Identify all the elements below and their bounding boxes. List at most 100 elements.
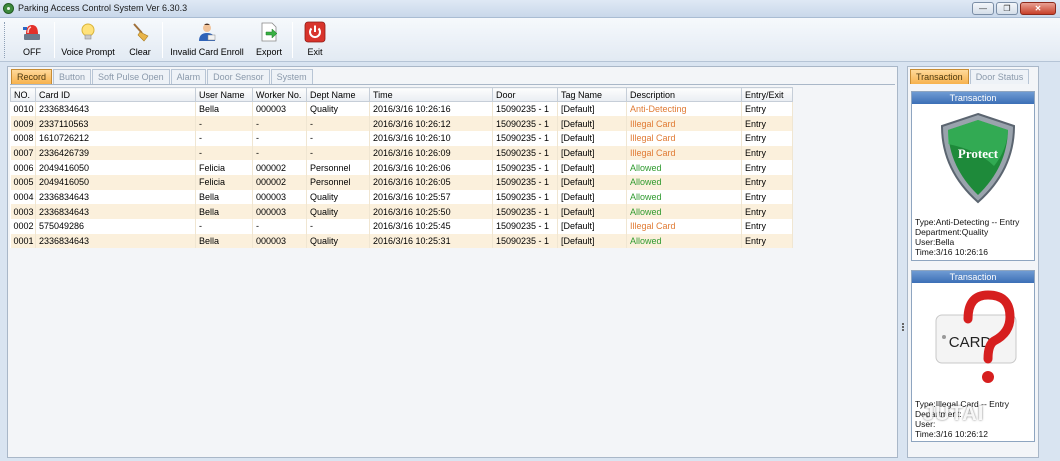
cell-tag-name: [Default] xyxy=(557,116,627,131)
export-label: Export xyxy=(255,47,282,57)
tab-door-sensor[interactable]: Door Sensor xyxy=(207,69,270,84)
cell-user-name: Felicia xyxy=(195,160,253,175)
transaction-department: Department:Quality xyxy=(915,227,989,237)
cell-entry-exit: Entry xyxy=(741,204,793,219)
col-no[interactable]: NO. xyxy=(10,87,36,102)
tab-alarm[interactable]: Alarm xyxy=(170,69,207,84)
cell-description: Illegal Card xyxy=(626,145,742,161)
off-button[interactable]: OFF xyxy=(14,20,50,60)
table-row[interactable]: 0002 575049286- - -2016/3/16 10:25:45 150902… xyxy=(10,219,793,234)
cell-user-name: - xyxy=(195,145,253,161)
maximize-button[interactable]: ❐ xyxy=(996,2,1018,15)
cell-description: Allowed xyxy=(626,189,742,205)
col-time[interactable]: Time xyxy=(369,87,493,102)
clear-button[interactable]: Clear xyxy=(124,20,156,60)
cell-card-id: 2336834643 xyxy=(35,189,196,205)
cell-card-id: 2049416050 xyxy=(35,174,196,190)
tab-door-status[interactable]: Door Status xyxy=(969,69,1030,84)
cell-card-id: 2336834643 xyxy=(35,204,196,219)
cell-tag-name: [Default] xyxy=(557,219,627,234)
cell-description: Allowed xyxy=(626,204,742,219)
transaction-card: Transaction Protect Type:Anti-Detecting … xyxy=(911,91,1035,261)
cell-tag-name: [Default] xyxy=(557,233,627,249)
table-row[interactable]: 0008 1610726212- - -2016/3/16 10:26:10 15090… xyxy=(10,130,793,146)
cell-worker-no: 000002 xyxy=(252,174,307,190)
cell-time: 2016/3/16 10:26:10 xyxy=(369,130,493,146)
transaction-header: Transaction xyxy=(912,92,1034,104)
close-button[interactable]: ✕ xyxy=(1020,2,1056,15)
tab-button[interactable]: Button xyxy=(53,69,92,84)
transaction-header: Transaction xyxy=(912,271,1034,283)
export-button[interactable]: Export xyxy=(253,20,285,60)
transaction-info: Type:Anti-Detecting -- Entry Department:… xyxy=(915,217,1019,257)
cell-card-id: 1610726212 xyxy=(35,130,196,146)
table-row[interactable]: 0006 2049416050 Felicia 000002 Personnel 2016… xyxy=(10,160,793,175)
table-row[interactable]: 0003 2336834643 Bella 000003 Quality 2016/3/1… xyxy=(10,204,793,219)
cell-dept-name: Quality xyxy=(306,101,370,117)
export-icon xyxy=(261,22,278,42)
table-row[interactable]: 0010 2336834643 Bella 000003 Quality 2016/3/1… xyxy=(10,101,793,117)
cell-description: Anti-Detecting xyxy=(626,101,742,117)
table-row[interactable]: 0001 2336834643 Bella 000003 Quality 2016/3/1… xyxy=(10,233,793,249)
cell-no: 0004 xyxy=(10,189,36,205)
cell-tag-name: [Default] xyxy=(557,174,627,190)
cell-door: 15090235 - 1 xyxy=(492,204,558,219)
exit-button[interactable]: Exit xyxy=(300,20,330,60)
transaction-tabs: Transaction Door Status xyxy=(910,69,1030,84)
tab-record[interactable]: Record xyxy=(11,69,53,84)
cell-description: Allowed xyxy=(626,233,742,249)
col-dept-name[interactable]: Dept Name xyxy=(306,87,370,102)
tab-transaction[interactable]: Transaction xyxy=(910,69,969,84)
cell-entry-exit: Entry xyxy=(741,189,793,205)
cell-door: 15090235 - 1 xyxy=(492,174,558,190)
cell-time: 2016/3/16 10:26:16 xyxy=(369,101,493,117)
toolbar: OFF Voice Prompt Clear Invalid Card Enro… xyxy=(0,18,1060,62)
table-row[interactable]: 0004 2336834643 Bella 000003 Quality 2016/3/1… xyxy=(10,189,793,205)
voice-prompt-label: Voice Prompt xyxy=(61,47,115,57)
records-tabs: Record Button Soft Pulse Open Alarm Door… xyxy=(11,69,314,85)
window-controls: — ❐ ✕ xyxy=(972,2,1056,15)
invalid-card-enroll-button[interactable]: Invalid Card Enroll xyxy=(166,20,248,60)
table-row[interactable]: 0005 2049416050 Felicia 000002 Personnel 2016… xyxy=(10,174,793,190)
protect-shield-icon: Protect xyxy=(940,112,1016,204)
cell-card-id: 2049416050 xyxy=(35,160,196,175)
table-row[interactable]: 0007 2336426739- - -2016/3/16 10:26:09 15090… xyxy=(10,145,793,161)
window-title: Parking Access Control System Ver 6.30.3 xyxy=(18,3,188,13)
close-icon: ✕ xyxy=(1034,3,1042,13)
col-description[interactable]: Description xyxy=(626,87,742,102)
minimize-icon: — xyxy=(979,3,987,13)
table-row[interactable]: 0009 2337110563- - -2016/3/16 10:26:12 15090… xyxy=(10,116,793,131)
tab-system[interactable]: System xyxy=(270,69,313,84)
col-tag-name[interactable]: Tag Name xyxy=(557,87,627,102)
cell-tag-name: [Default] xyxy=(557,204,627,219)
cell-user-name: Felicia xyxy=(195,174,253,190)
cell-description: Illegal Card xyxy=(626,130,742,146)
col-card-id[interactable]: Card ID xyxy=(35,87,196,102)
col-entry-exit[interactable]: Entry/Exit xyxy=(741,87,793,102)
col-worker-no[interactable]: Worker No. xyxy=(252,87,307,102)
cell-user-name: - xyxy=(195,116,253,131)
tab-soft-pulse-open[interactable]: Soft Pulse Open xyxy=(92,69,170,84)
cell-entry-exit: Entry xyxy=(741,101,793,117)
cell-no: 0010 xyxy=(10,101,36,117)
cell-card-id: 2336834643 xyxy=(35,233,196,249)
cell-no: 0007 xyxy=(10,145,36,161)
cell-no: 0009 xyxy=(10,116,36,131)
col-door[interactable]: Door xyxy=(492,87,558,102)
records-panel: Record Button Soft Pulse Open Alarm Door… xyxy=(7,66,898,458)
siren-icon xyxy=(23,25,40,40)
toolbar-grip[interactable] xyxy=(4,22,7,58)
off-label: OFF xyxy=(23,47,41,57)
cell-no: 0008 xyxy=(10,130,36,146)
splitter-handle[interactable] xyxy=(901,322,905,334)
cell-time: 2016/3/16 10:25:31 xyxy=(369,233,493,249)
cell-user-name: - xyxy=(195,219,253,234)
protect-label: Protect xyxy=(958,146,999,161)
col-user-name[interactable]: User Name xyxy=(195,87,253,102)
voice-prompt-button[interactable]: Voice Prompt xyxy=(58,20,118,60)
cell-door: 15090235 - 1 xyxy=(492,233,558,249)
cell-card-id: 2336834643 xyxy=(35,101,196,117)
cell-user-name: Bella xyxy=(195,189,253,205)
minimize-button[interactable]: — xyxy=(972,2,994,15)
cell-time: 2016/3/16 10:26:06 xyxy=(369,160,493,175)
